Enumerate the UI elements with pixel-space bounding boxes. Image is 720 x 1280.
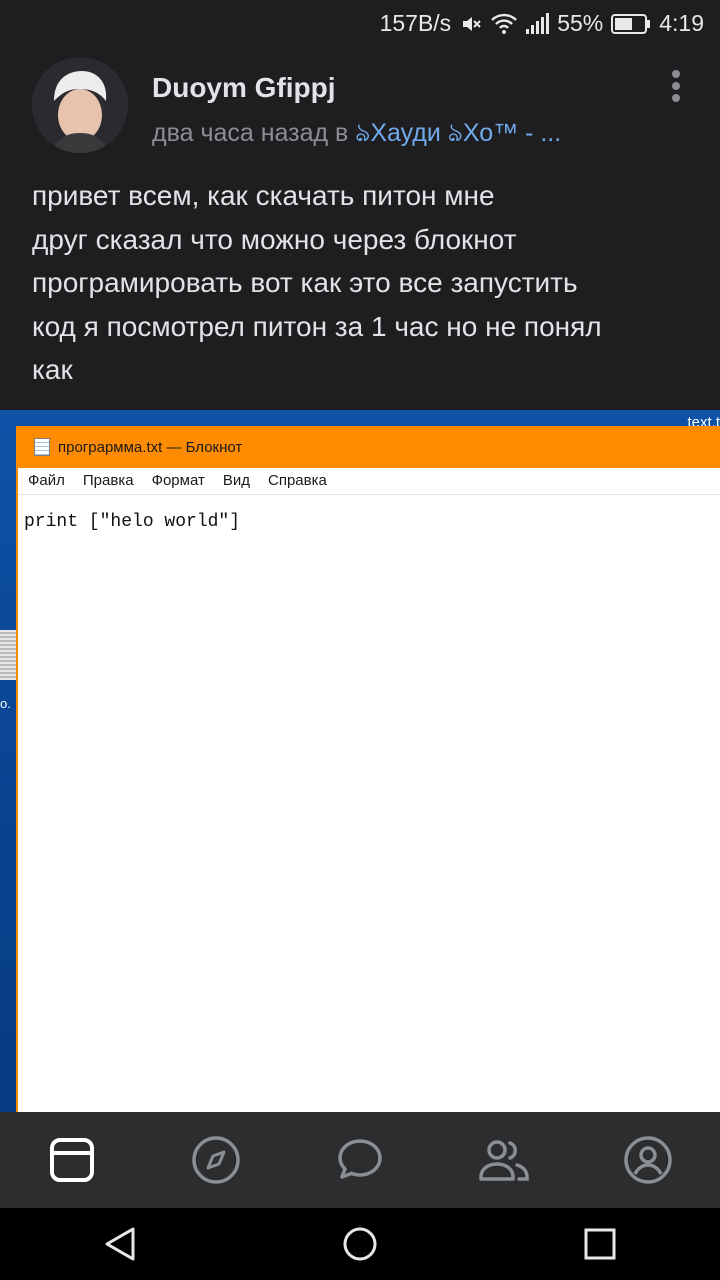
messages-icon [338,1139,382,1179]
home-icon [343,1227,377,1261]
dot-icon [672,70,680,78]
notepad-menu-help: Справка [268,472,327,489]
notepad-menubar: Файл Правка Формат Вид Справка [18,472,327,489]
notepad-window: програрмма.txt — Блокнот Файл Правка Фор… [16,426,720,1112]
author-name[interactable]: Duoym Gfippj [152,72,336,104]
home-button[interactable] [320,1214,400,1274]
bottom-tab-bar [0,1112,720,1208]
notepad-menu-format: Формат [151,472,205,489]
post-text-line: код я посмотрел питон за 1 час но не пон… [32,310,602,342]
back-icon [105,1227,135,1261]
post-text-line: как [32,354,73,385]
post-photo[interactable]: text.t о. програрмма.txt — Блокнот Файл … [0,410,720,1112]
system-nav-bar [0,1208,720,1280]
group-link[interactable]: ঌХауди ঌХо™ - ... [355,119,561,147]
notepad-divider [18,494,720,495]
battery-icon [611,13,651,34]
tab-messages[interactable] [320,1120,400,1200]
post-menu-button[interactable] [662,66,690,106]
dot-icon [672,94,680,102]
notepad-titlebar: програрмма.txt — Блокнот [18,426,720,468]
battery-percent: 55% [557,10,604,36]
dot-icon [672,82,680,90]
recents-button[interactable] [560,1214,640,1274]
post-text: привет всем, как скачать питон мне друг … [32,174,692,392]
clock: 4:19 [659,10,704,36]
wifi-icon [491,13,518,35]
recents-icon [584,1228,616,1260]
desktop-file-icon [0,630,16,680]
status-bar: 157B/s 55% 4:19 [0,0,720,48]
notepad-text: print ["helo world"] [24,512,241,532]
friends-icon [479,1140,529,1181]
network-speed: 157B/s [379,10,452,36]
news-icon [50,1138,94,1182]
tab-friends[interactable] [464,1120,544,1200]
post-text-line: привет всем, как скачать питон мне [32,180,495,211]
tab-profile[interactable] [608,1120,688,1200]
notepad-icon [34,438,50,456]
post-time: два часа назад в [152,119,356,147]
notepad-menu-view: Вид [222,472,250,489]
profile-icon [624,1136,672,1184]
signal-icon [525,12,550,35]
author-avatar[interactable] [32,57,128,153]
tab-news[interactable] [32,1120,112,1200]
post-text-line: програмировать вот как это все запустить [32,267,578,298]
post-text-line: друг сказал что можно через блокнот [32,223,517,255]
notepad-menu-edit: Правка [82,472,134,489]
notepad-menu-file: Файл [28,472,65,489]
back-button[interactable] [80,1214,160,1274]
notepad-title: програрмма.txt — Блокнот [58,438,243,456]
mute-icon [459,12,483,36]
desktop-icon-label: о. [0,696,11,711]
discover-icon [192,1136,240,1184]
tab-discover[interactable] [176,1120,256,1200]
post-meta: два часа назад в ঌХауди ঌХо™ - ... [152,113,561,156]
